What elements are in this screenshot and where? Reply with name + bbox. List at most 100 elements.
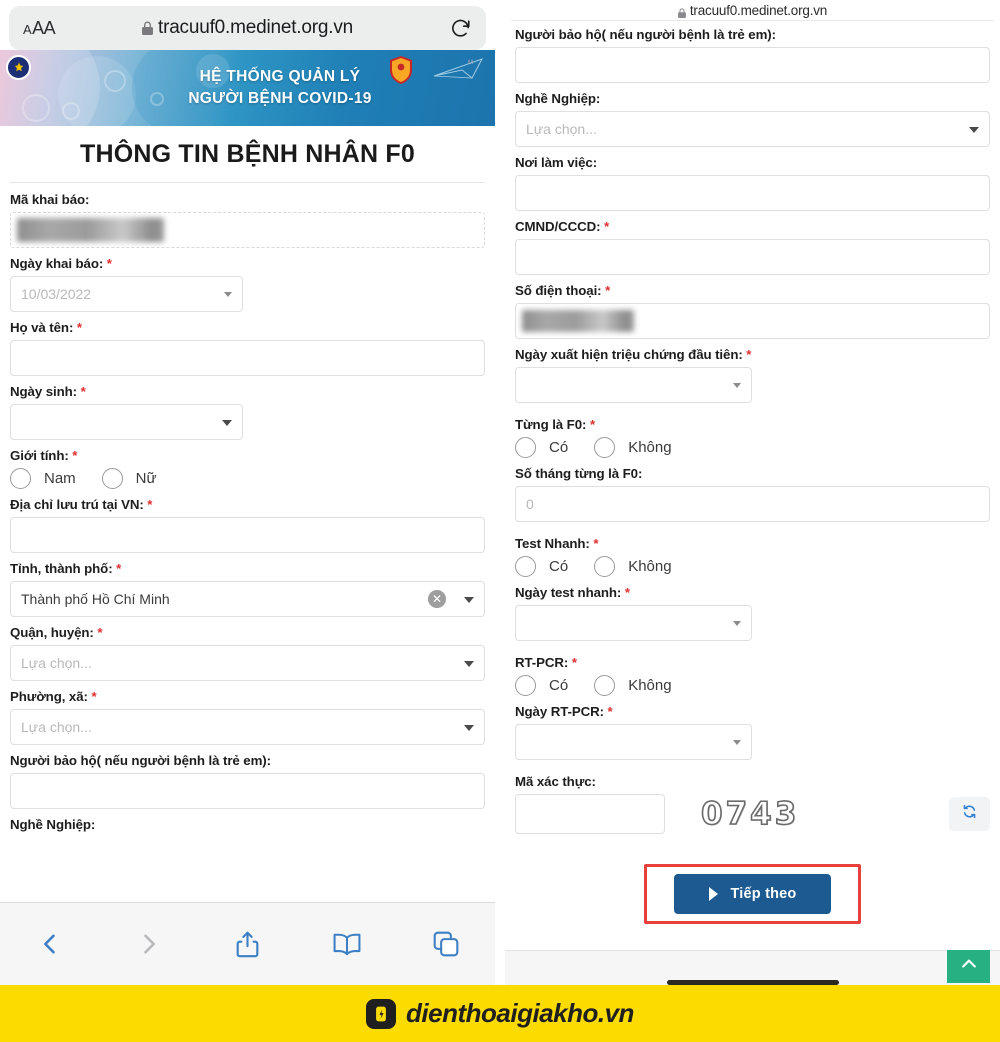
field-dia-chi: Địa chỉ lưu trú tại VN: *	[10, 497, 485, 553]
next-button[interactable]: Tiếp theo	[674, 874, 831, 914]
banner-title-line1: HỆ THỐNG QUẢN LÝ	[199, 68, 361, 85]
required-marker: *	[604, 219, 610, 234]
ma-khai-bao-input[interactable]	[10, 212, 485, 248]
forward-button[interactable]	[99, 930, 198, 958]
label-ho-va-ten: Họ và tên: *	[10, 320, 82, 335]
ngay-sinh-select[interactable]	[10, 404, 243, 440]
label-cmnd-cccd: CMND/CCCD: *	[515, 219, 610, 234]
label-rt-pcr: RT-PCR: *	[515, 655, 577, 670]
tabs-button[interactable]	[396, 930, 495, 958]
phuong-xa-select[interactable]: Lựa chọn...	[10, 709, 485, 745]
field-tung-la-f0: Từng là F0: * Có Không	[515, 417, 990, 458]
chevron-right-icon	[708, 887, 718, 901]
required-marker: *	[106, 256, 112, 271]
ngay-khai-bao-value: 10/03/2022	[21, 286, 92, 302]
required-marker: *	[91, 689, 97, 704]
radio-label-co: Có	[549, 677, 569, 694]
chevron-right-icon	[135, 930, 163, 958]
radio-test-nhanh-khong[interactable]	[594, 556, 616, 577]
back-button[interactable]	[0, 930, 99, 958]
label-so-thang-f0: Số tháng từng là F0:	[515, 466, 643, 481]
test-nhanh-radio-group: Có Không	[515, 556, 990, 577]
ngay-khai-bao-select[interactable]: 10/03/2022	[10, 276, 243, 312]
gioi-tinh-radio-group: Nam Nữ	[10, 468, 485, 489]
address-bar-url: tracuuf0.medinet.org.vn	[689, 2, 828, 18]
radio-gioi-tinh-nam[interactable]	[10, 468, 31, 489]
field-ngay-sinh: Ngày sinh: *	[10, 384, 485, 440]
required-marker: *	[571, 655, 577, 670]
label-noi-lam-viec: Nơi làm việc:	[515, 155, 598, 170]
safari-address-bar[interactable]: A AA tracuuf0.medinet.org.vn	[9, 6, 486, 50]
ngay-test-nhanh-select[interactable]	[515, 605, 752, 641]
address-bar-url: tracuuf0.medinet.org.vn	[157, 17, 353, 38]
patient-form-right: Người bảo hộ( nếu người bệnh là trẻ em):…	[505, 21, 1000, 924]
radio-tung-la-f0-khong[interactable]	[594, 437, 616, 458]
captcha-refresh-button[interactable]	[949, 797, 990, 831]
chevron-down-icon	[733, 740, 741, 745]
redacted-value	[522, 310, 634, 332]
label-ngay-trieu-chung: Ngày xuất hiện triệu chứng đầu tiên: *	[515, 347, 752, 362]
submit-area: Tiếp theo	[515, 864, 990, 924]
quan-huyen-select[interactable]: Lựa chọn...	[10, 645, 485, 681]
so-dien-thoai-input[interactable]	[515, 303, 990, 339]
so-thang-f0-placeholder: 0	[526, 496, 534, 512]
page-footer-strip	[505, 950, 1000, 985]
label-ngay-rt-pcr: Ngày RT-PCR: *	[515, 704, 613, 719]
dia-chi-input[interactable]	[10, 517, 485, 553]
field-nghe-nghiep: Nghề Nghiệp: Lựa chọn...	[515, 91, 990, 147]
clear-icon[interactable]: ✕	[428, 590, 446, 608]
radio-test-nhanh-co[interactable]	[515, 556, 536, 577]
radio-rt-pcr-khong[interactable]	[594, 675, 616, 696]
nguoi-bao-ho-input[interactable]	[10, 773, 485, 809]
text-size-button[interactable]: A AA	[23, 19, 56, 37]
radio-gioi-tinh-nu[interactable]	[101, 468, 123, 489]
tinh-thanh-pho-select[interactable]: Thành phố Hồ Chí Minh ✕	[10, 581, 485, 617]
captcha-row: 0743	[515, 794, 990, 834]
ngay-trieu-chung-select[interactable]	[515, 367, 752, 403]
required-marker: *	[593, 536, 599, 551]
field-ma-khai-bao: Mã khai báo:	[10, 192, 485, 248]
radio-label-khong: Không	[628, 558, 672, 575]
label-gioi-tinh: Giới tính: *	[10, 448, 78, 463]
radio-tung-la-f0-co[interactable]	[515, 437, 536, 458]
chevron-down-icon	[969, 127, 979, 133]
radio-label-khong: Không	[628, 677, 672, 694]
label-ma-khai-bao: Mã khai báo:	[10, 192, 90, 207]
radio-rt-pcr-co[interactable]	[515, 675, 536, 696]
chevron-down-icon	[222, 420, 232, 426]
patient-form-left: Mã khai báo: Ngày khai báo: * 10/03/2022…	[0, 183, 495, 832]
watermark-brand: dienthoaigiakho.vn	[406, 998, 634, 1028]
bookmarks-button[interactable]	[297, 932, 396, 956]
chevron-down-icon	[733, 383, 741, 388]
tinh-thanh-pho-value: Thành phố Hồ Chí Minh	[21, 591, 170, 607]
rt-pcr-radio-group: Có Không	[515, 675, 990, 696]
book-icon	[332, 932, 362, 956]
required-marker: *	[116, 561, 122, 576]
ma-xac-thuc-input[interactable]	[515, 794, 665, 834]
banner-decoration-icon: M	[432, 56, 487, 82]
label-ngay-test-nhanh: Ngày test nhanh: *	[515, 585, 630, 600]
label-tinh-thanh-pho: Tỉnh, thành phố: *	[10, 561, 122, 576]
cmnd-cccd-input[interactable]	[515, 239, 990, 275]
field-ngay-khai-bao: Ngày khai báo: * 10/03/2022	[10, 256, 485, 312]
label-ngay-sinh: Ngày sinh: *	[10, 384, 86, 399]
reload-icon[interactable]	[449, 17, 472, 40]
required-marker: *	[589, 417, 596, 432]
nguoi-bao-ho-input[interactable]	[515, 47, 990, 83]
required-marker: *	[147, 497, 153, 512]
safari-address-bar-compact[interactable]: tracuuf0.medinet.org.vn	[505, 0, 1000, 20]
ho-va-ten-input[interactable]	[10, 340, 485, 376]
field-quan-huyen: Quận, huyện: * Lựa chọn...	[10, 625, 485, 681]
phuong-xa-placeholder: Lựa chọn...	[21, 719, 92, 735]
nghe-nghiep-select[interactable]: Lựa chọn...	[515, 111, 990, 147]
noi-lam-viec-input[interactable]	[515, 175, 990, 211]
ngay-rt-pcr-select[interactable]	[515, 724, 752, 760]
so-thang-f0-input[interactable]: 0	[515, 486, 990, 522]
label-nghe-nghiep: Nghề Nghiệp:	[515, 91, 601, 106]
share-button[interactable]	[198, 930, 297, 959]
label-tung-la-f0: Từng là F0: *	[515, 417, 596, 432]
label-phuong-xa: Phường, xã: *	[10, 689, 97, 704]
scroll-to-top-button[interactable]	[947, 950, 990, 983]
chevron-left-icon	[36, 930, 64, 958]
hcdc-logo-icon	[385, 54, 417, 86]
